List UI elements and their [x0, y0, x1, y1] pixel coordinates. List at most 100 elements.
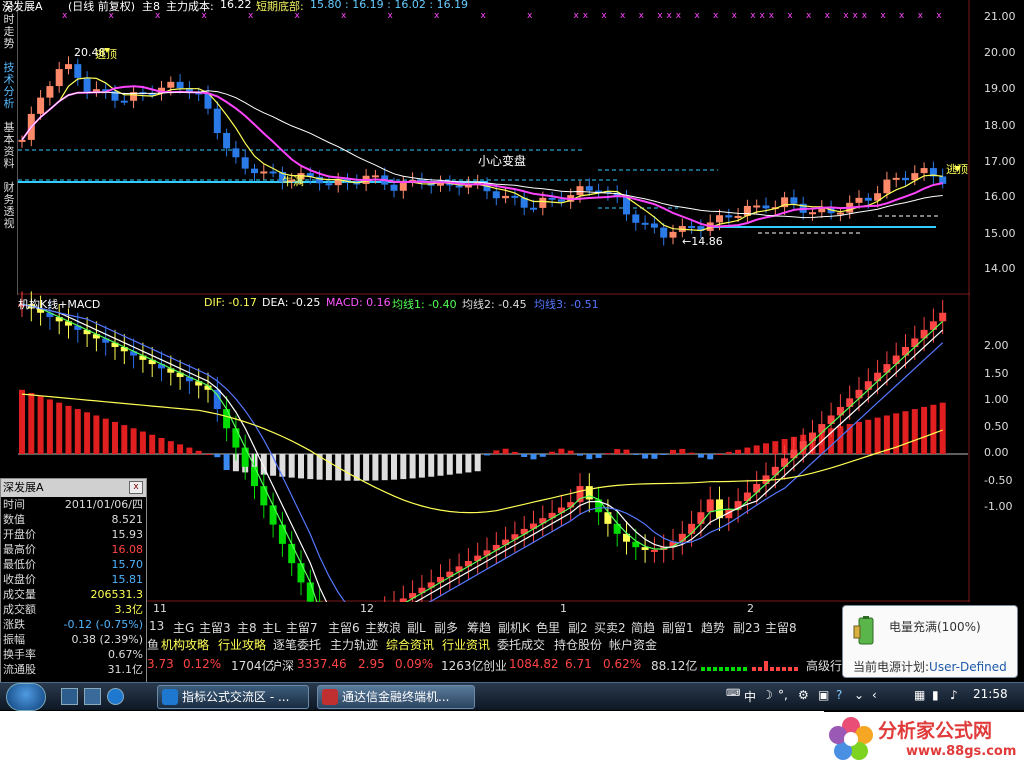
popup-value: 0.67% — [108, 648, 143, 661]
macd-bar — [874, 417, 881, 454]
kline-body — [892, 355, 900, 365]
ime-indicator[interactable]: 中 — [744, 688, 756, 705]
start-button[interactable] — [6, 683, 46, 711]
tab-item[interactable]: 行业攻略 — [218, 636, 266, 653]
tab-item[interactable]: 主留7 — [286, 619, 318, 636]
tab-item[interactable]: 主数浪 — [365, 619, 401, 636]
close-icon[interactable]: x — [129, 481, 143, 494]
internet-explorer-icon[interactable] — [107, 688, 124, 705]
annotation-top-right: 逃顶 — [946, 163, 968, 176]
candle-body — [55, 69, 63, 87]
battery-tray-icon[interactable]: ▮ — [932, 688, 939, 702]
tab-item[interactable]: 主G — [173, 619, 194, 636]
candle-body — [734, 215, 742, 218]
date-tick: 12 — [360, 602, 374, 615]
tab-item[interactable]: 综合资讯 — [386, 636, 434, 653]
tab-item[interactable]: 副留1 — [662, 619, 694, 636]
power-plan-value[interactable]: User-Defined — [929, 660, 1007, 674]
volume-icon[interactable]: ♪ — [950, 688, 958, 702]
ticker-hs-amt: 1263亿 — [441, 659, 484, 673]
candle-body — [260, 171, 268, 174]
tab-item[interactable]: 副2 — [568, 619, 588, 636]
tab-item[interactable]: 机构攻略 — [161, 636, 209, 653]
macd-bar — [381, 454, 388, 481]
cost-label: 主力成本: — [166, 0, 214, 13]
watermark-url: www.88gs.com — [906, 744, 1017, 759]
kline-body — [864, 381, 872, 390]
ma3-value: 均线3: -0.51 — [534, 298, 599, 311]
bottom-values: 15.80 : 16.19 : 16.02 : 16.19 — [310, 0, 469, 11]
battery-icon — [853, 616, 874, 645]
popup-titlebar[interactable]: 深发展A x — [1, 479, 146, 497]
show-desktop-icon[interactable] — [61, 688, 78, 705]
tab-technical[interactable]: 技术分析 — [1, 62, 17, 110]
tab-item[interactable]: 主力轨迹 — [330, 636, 378, 653]
signal-marker: x — [936, 11, 942, 21]
task-terminal[interactable]: 通达信金融终端机... — [317, 685, 475, 709]
tab-item[interactable]: 主L — [262, 619, 281, 636]
tab-fundamentals[interactable]: 基本资料 — [1, 122, 17, 170]
kline-body — [846, 398, 854, 407]
tab-item[interactable]: 委托成交 — [497, 636, 545, 653]
tab-item[interactable]: 持仓股份 — [554, 636, 602, 653]
macd-bar — [511, 451, 518, 454]
tab-item[interactable]: 逐笔委托 — [273, 636, 321, 653]
keyboard-icon[interactable]: ⌨ — [726, 688, 740, 699]
moon-icon[interactable]: ☽ — [762, 688, 773, 702]
signal-marker: x — [667, 11, 673, 21]
tab-item[interactable]: 副机K — [498, 619, 530, 636]
clock[interactable]: 21:58 — [973, 687, 1008, 701]
tab-item[interactable]: 买卖2 — [594, 619, 626, 636]
tab-item[interactable]: 趋势 — [701, 619, 725, 636]
data-popup[interactable]: 深发展A x 时间 2011/01/06/四 数值 8.521 开盘价 15.93 最… — [0, 478, 147, 683]
tab-item[interactable]: 13 — [149, 619, 164, 633]
signal-marker: x — [248, 11, 254, 21]
tab-item[interactable]: 主留6 — [328, 619, 360, 636]
macd-bar — [939, 402, 946, 454]
macd-tick: -1.00 — [984, 500, 1013, 513]
kline-body — [883, 364, 891, 373]
window-switch-icon[interactable] — [84, 688, 101, 705]
kline-body — [288, 543, 296, 564]
tab-item[interactable]: 主8 — [237, 619, 257, 636]
macd-bar — [642, 454, 649, 459]
kline-body — [269, 505, 277, 525]
tab-item[interactable]: 主留8 — [765, 619, 797, 636]
power-balloon[interactable]: 电量充满(100%) 当前电源计划:User-Defined — [842, 605, 1018, 678]
macd-bar — [112, 421, 118, 454]
tab-item[interactable]: 筹趋 — [467, 619, 491, 636]
tab-financials[interactable]: 财务透视 — [1, 182, 17, 230]
candle-body — [502, 195, 510, 199]
tab-item[interactable]: 行业资讯 — [442, 636, 490, 653]
tray-app-icon[interactable]: ▣ — [818, 688, 829, 702]
ma1-value: 均线1: -0.40 — [392, 298, 457, 311]
macd-bar — [502, 448, 509, 454]
tab-item[interactable]: 副多 — [434, 619, 458, 636]
tab-item[interactable]: 帐户资金 — [609, 636, 657, 653]
tray-arrow-icon[interactable]: ⌄ — [854, 688, 864, 702]
price-tick: 17.00 — [984, 155, 1016, 168]
kline-body — [223, 409, 231, 429]
tray-app-icon[interactable]: ⚙ — [798, 688, 809, 702]
tab-item[interactable]: 副L — [407, 619, 426, 636]
punctuation-icon[interactable]: °, — [778, 688, 788, 702]
macd-bar — [930, 404, 937, 454]
task-browser[interactable]: 指标公式交流区 - ... — [157, 685, 309, 709]
signal-marker: x — [434, 11, 440, 21]
macd-bar — [753, 445, 760, 454]
kline-body — [278, 524, 286, 544]
macd-bar — [177, 444, 184, 454]
tab-item[interactable]: 副23 — [733, 619, 760, 636]
popup-key: 时间 — [3, 498, 25, 511]
macd-bar — [84, 412, 91, 454]
kline-body — [753, 483, 761, 493]
tray-expand-icon[interactable]: ‹ — [872, 688, 877, 702]
tab-item[interactable]: 鱼 — [147, 636, 159, 653]
macd-bar — [214, 454, 221, 458]
help-icon[interactable]: ? — [836, 688, 842, 702]
tab-item[interactable]: 主留3 — [199, 619, 231, 636]
tab-item[interactable]: 色里 — [536, 619, 560, 636]
network-icon[interactable]: ▦ — [914, 688, 925, 702]
ticker-more[interactable]: 高级行 — [806, 657, 842, 674]
tab-item[interactable]: 简趋 — [631, 619, 655, 636]
